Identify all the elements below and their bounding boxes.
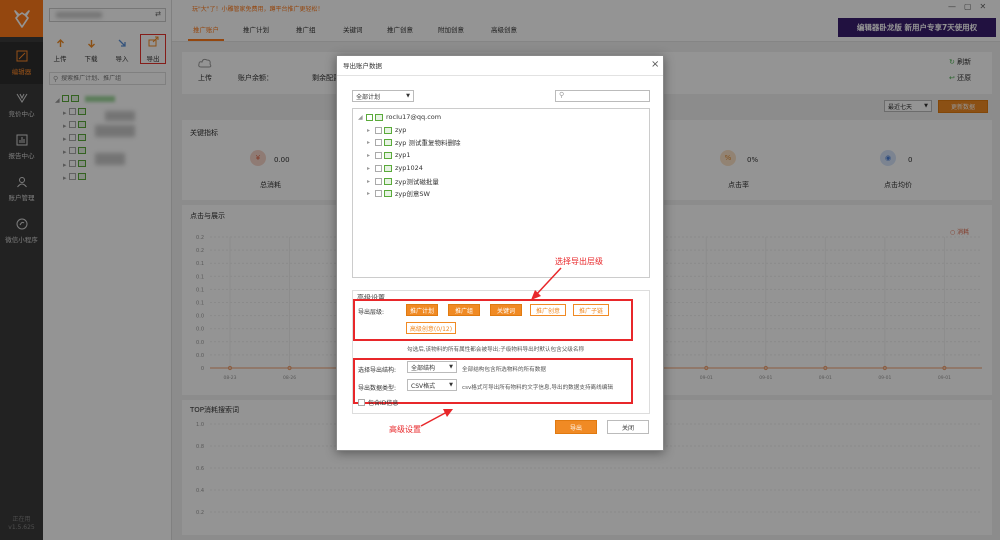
export-confirm-button[interactable]: 导出 [555, 420, 597, 434]
level-creative-button[interactable]: 推广创意 [530, 304, 566, 316]
level-sublink-button[interactable]: 推广子链 [573, 304, 609, 316]
close-dialog-button[interactable]: 关闭 [607, 420, 649, 434]
export-tree: ◢ rocIu17@qq.com ▸ zyp ▸ zyp 测试重复物料删除 ▸ zyp1… [352, 108, 650, 278]
annotation-arrow-up [531, 267, 562, 300]
level-group-button[interactable]: 推广组 [448, 304, 480, 316]
level-label: 导出层级: [358, 309, 385, 316]
tree-node[interactable]: ▸ zyp [367, 124, 406, 136]
annotation-arrow-right [420, 409, 453, 427]
tree-root-row[interactable]: ◢ rocIu17@qq.com [358, 111, 441, 123]
tree-node[interactable]: ▸ zyp创意SW [367, 187, 430, 199]
type-hint: csv格式可导出所有物料的文字信息,导出的数据支持离线编辑 [462, 385, 613, 391]
level-keyword-button[interactable]: 关键词 [490, 304, 522, 316]
level-plan-button[interactable]: 推广计划 [406, 304, 438, 316]
type-select[interactable]: CSV格式 ▼ [407, 379, 457, 391]
tree-node[interactable]: ▸ zyp 测试重复物料删除 [367, 136, 460, 148]
export-dialog: 导出账户数据 × 全部计划 ▼ ⚲ ◢ rocIu17@qq.com ▸ zyp ▸ z… [336, 55, 664, 451]
dialog-title: 导出账户数据 [337, 56, 663, 76]
level-hint: 勾选后,该物料的所有属性都会被导出;子级物料导出时默认包含父级名称 [407, 347, 585, 353]
tree-node[interactable]: ▸ zyp1 [367, 149, 411, 161]
tree-node[interactable]: ▸ zyp1024 [367, 162, 423, 174]
structure-select[interactable]: 全部结构 ▼ [407, 361, 457, 373]
level-advanced-creative-button[interactable]: 高级创意(0/12) [406, 322, 456, 334]
dialog-search-input[interactable]: ⚲ [555, 90, 650, 102]
tree-root-label: rocIu17@qq.com [386, 113, 442, 121]
search-icon: ⚲ [559, 91, 565, 99]
plan-select[interactable]: 全部计划 ▼ [352, 90, 414, 102]
structure-hint: 全部结构包含所选物料的所有数据 [462, 367, 546, 373]
tree-node[interactable]: ▸ zyp测试磁批量 [367, 175, 439, 187]
include-id-checkbox[interactable]: 包含ID信息 [358, 398, 398, 407]
dialog-close-icon[interactable]: × [651, 59, 659, 70]
structure-label: 选择导出结构: [358, 367, 397, 374]
type-label: 导出数据类型: [358, 385, 397, 392]
